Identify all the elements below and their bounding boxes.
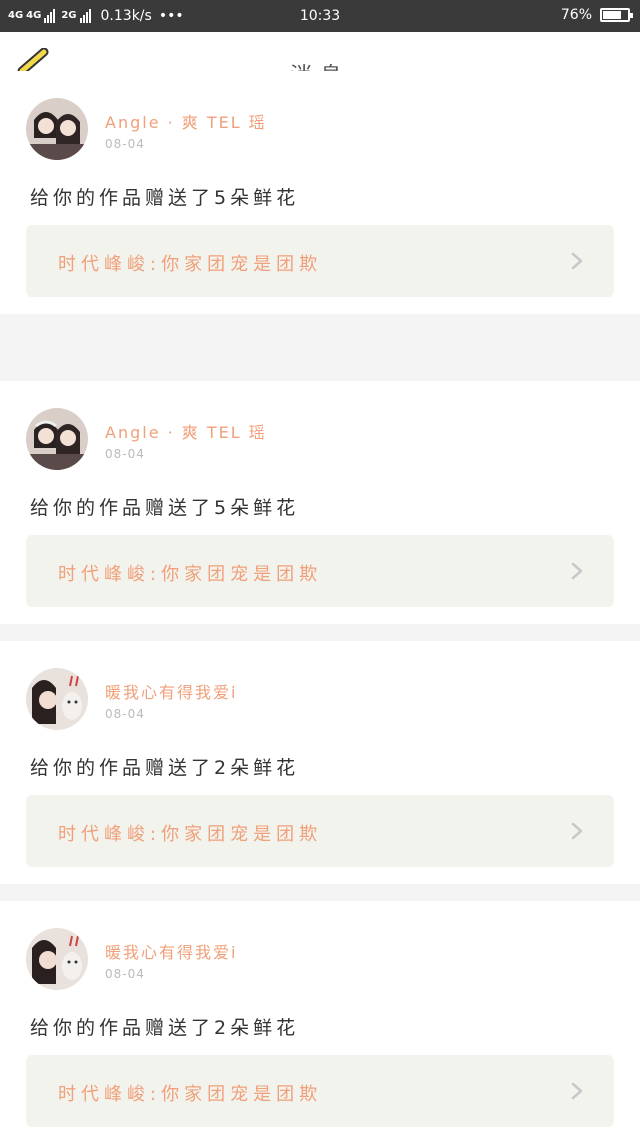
message-text: 给你的作品赠送了2朵鲜花 <box>30 1017 300 1039</box>
avatar[interactable] <box>26 408 88 470</box>
avatar[interactable] <box>26 668 88 730</box>
message-date: 08-04 <box>105 137 145 151</box>
chevron-right-icon <box>571 822 583 840</box>
message-date: 08-04 <box>105 707 145 721</box>
status-time: 10:33 <box>299 8 341 24</box>
work-link[interactable]: 时代峰峻:你家团宠是团欺 <box>26 535 614 607</box>
avatar-image <box>26 98 88 160</box>
avatar-image <box>26 928 88 990</box>
chevron-right-icon <box>571 252 583 270</box>
work-link[interactable]: 时代峰峻:你家团宠是团欺 <box>26 795 614 867</box>
avatar[interactable] <box>26 928 88 990</box>
sender-name[interactable]: 暖我心有得我爱i <box>105 939 237 963</box>
avatar-image <box>26 668 88 730</box>
message-text: 给你的作品赠送了2朵鲜花 <box>30 757 300 779</box>
chevron-right-icon <box>571 562 583 580</box>
message-date: 08-04 <box>105 447 145 461</box>
chevron-right-icon <box>571 1082 583 1100</box>
sender-name[interactable]: Angle · 爽 TEL 瑶 <box>105 419 267 443</box>
message-date: 08-04 <box>105 967 145 981</box>
list-item: 暖我心有得我爱i 08-04 给你的作品赠送了2朵鲜花 时代峰峻:你家团宠是团欺 <box>0 641 640 884</box>
work-title: 时代峰峻:你家团宠是团欺 <box>58 254 323 275</box>
status-bar: 4G 4G 2G 0.13k/s ••• 10:33 76% <box>0 0 640 32</box>
avatar-image <box>26 408 88 470</box>
work-link[interactable]: 时代峰峻:你家团宠是团欺 <box>26 225 614 297</box>
battery-icon <box>600 8 633 22</box>
work-link[interactable]: 时代峰峻:你家团宠是团欺 <box>26 1055 614 1127</box>
status-right: 76% <box>560 7 633 23</box>
list-item: Angle · 爽 TEL 瑶 08-04 给你的作品赠送了5朵鲜花 时代峰峻:… <box>0 381 640 624</box>
work-title: 时代峰峻:你家团宠是团欺 <box>58 564 323 585</box>
battery-fill <box>603 11 622 19</box>
sender-name[interactable]: Angle · 爽 TEL 瑶 <box>105 109 267 133</box>
work-title: 时代峰峻:你家团宠是团欺 <box>58 824 323 845</box>
list-item: 暖我心有得我爱i 08-04 给你的作品赠送了2朵鲜花 时代峰峻:你家团宠是团欺 <box>0 901 640 1144</box>
battery-percent: 76% <box>560 7 592 23</box>
sender-name[interactable]: 暖我心有得我爱i <box>105 679 237 703</box>
work-title: 时代峰峻:你家团宠是团欺 <box>58 1084 323 1105</box>
message-text: 给你的作品赠送了5朵鲜花 <box>30 187 300 209</box>
message-text: 给你的作品赠送了5朵鲜花 <box>30 497 300 519</box>
avatar[interactable] <box>26 98 88 160</box>
list-item: Angle · 爽 TEL 瑶 08-04 给你的作品赠送了5朵鲜花 时代峰峻:… <box>0 71 640 314</box>
